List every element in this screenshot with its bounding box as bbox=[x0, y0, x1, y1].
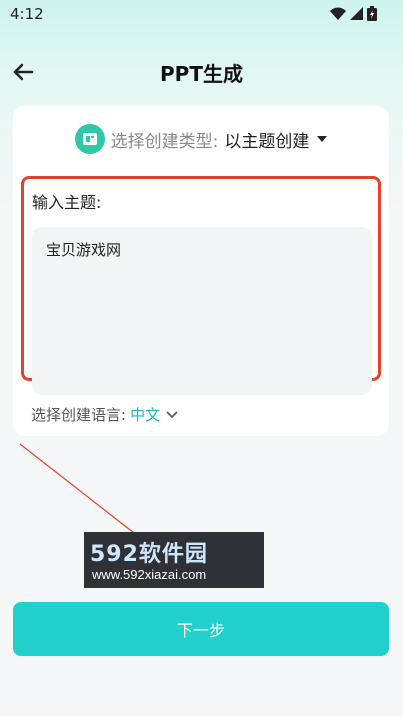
battery-icon bbox=[367, 6, 377, 21]
ppt-icon bbox=[74, 124, 105, 154]
creation-type-dropdown[interactable]: 以主题创建 bbox=[224, 127, 328, 152]
language-dropdown[interactable]: 中文 bbox=[130, 404, 160, 425]
topic-input-value: 宝贝游戏网 bbox=[46, 241, 122, 259]
topic-input[interactable]: 宝贝游戏网 bbox=[32, 227, 372, 395]
topic-section: 输入主题: 宝贝游戏网 bbox=[21, 176, 381, 395]
header: PPT生成 bbox=[0, 50, 403, 94]
topic-label: 输入主题: bbox=[32, 193, 102, 212]
creation-type-label: 选择创建类型: bbox=[110, 131, 219, 152]
form-card: 选择创建类型: 以主题创建 输入主题: 宝贝游戏网 选择创建语言: 中文 bbox=[13, 106, 389, 436]
caret-down-icon bbox=[317, 136, 328, 142]
status-bar: 4:12 bbox=[0, 0, 403, 28]
creation-type-row: 选择创建类型: 以主题创建 bbox=[13, 124, 389, 154]
signal-icon bbox=[350, 7, 363, 20]
page-title: PPT生成 bbox=[160, 62, 243, 86]
watermark-logo: 592软件园 www.592xiazai.com bbox=[84, 532, 264, 588]
next-step-button[interactable]: 下一步 bbox=[13, 602, 389, 656]
language-row: 选择创建语言: 中文 bbox=[31, 404, 178, 425]
status-time: 4:12 bbox=[10, 5, 44, 23]
chevron-down-icon[interactable] bbox=[166, 410, 178, 419]
creation-type-value: 以主题创建 bbox=[224, 131, 310, 152]
watermark-url: www.592xiazai.com bbox=[92, 567, 207, 582]
wifi-icon bbox=[330, 7, 346, 20]
watermark-brand: 592软件园 bbox=[90, 542, 208, 567]
status-icons bbox=[330, 6, 377, 21]
language-label: 选择创建语言: bbox=[31, 406, 127, 424]
